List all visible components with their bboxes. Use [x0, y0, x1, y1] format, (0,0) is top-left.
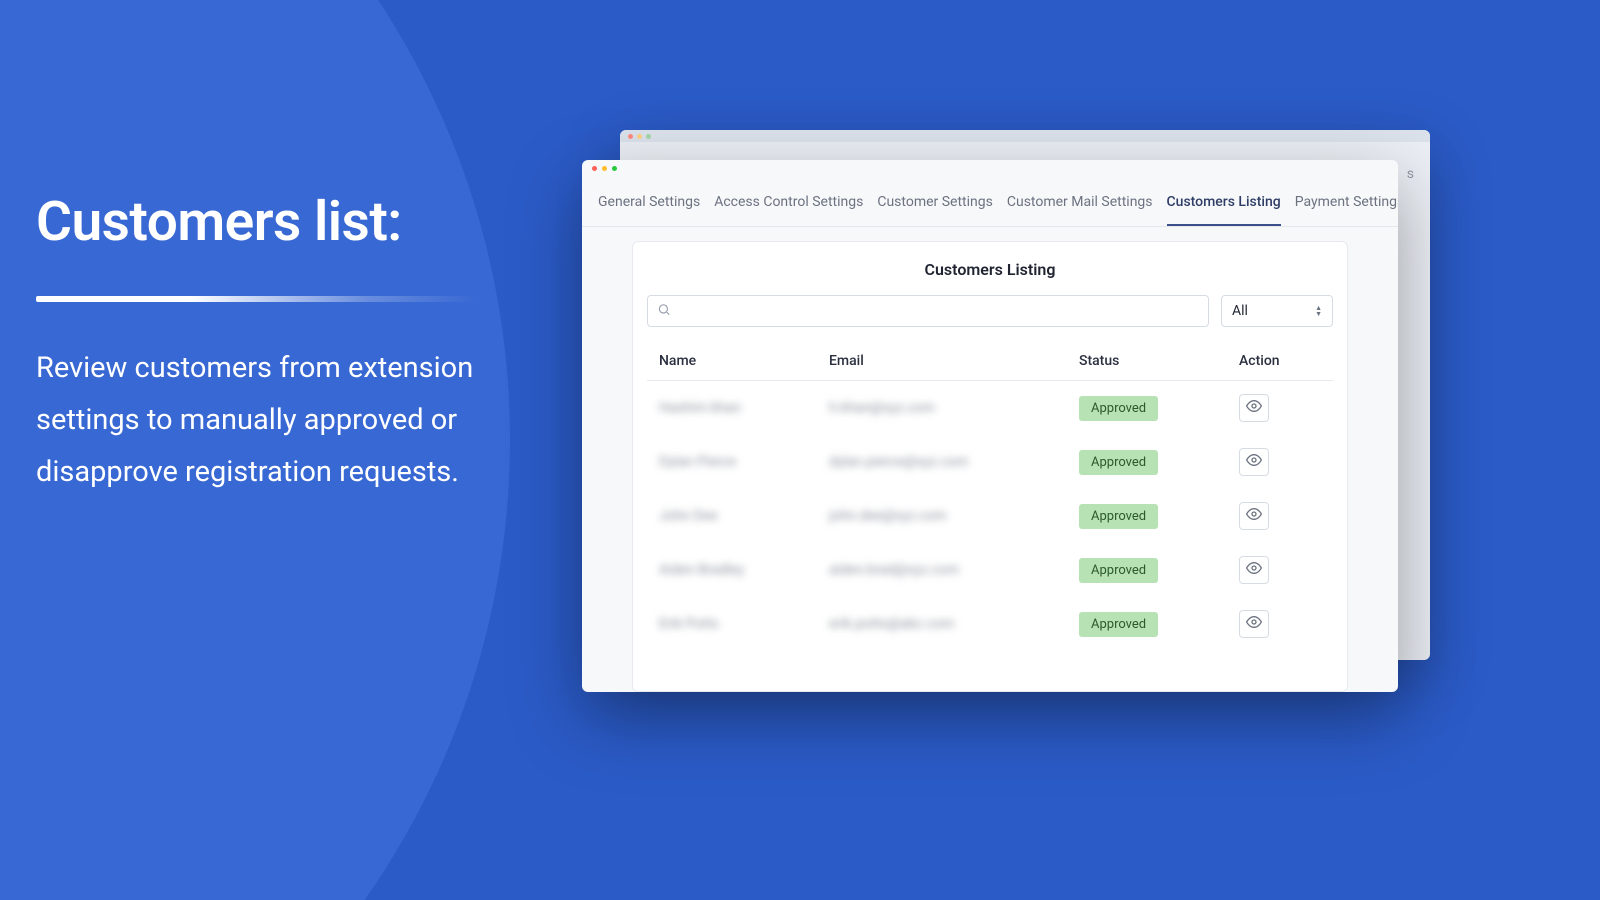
traffic-light-max[interactable]	[612, 166, 617, 171]
tab-customers-listing[interactable]: Customers Listing	[1167, 194, 1281, 226]
table-row: Aiden Bradleyaiden.brad@xyz.comApproved	[647, 543, 1333, 597]
promo-heading: Customers list:	[36, 190, 556, 254]
window-titlebar	[582, 160, 1398, 176]
cell-email: erik.potts@abc.com	[829, 616, 1079, 632]
divider	[36, 296, 476, 302]
settings-tabs: General Settings Access Control Settings C…	[582, 176, 1398, 227]
col-email: Email	[829, 353, 1079, 369]
status-badge: Approved	[1079, 396, 1158, 421]
traffic-light-min	[637, 134, 642, 139]
search-input[interactable]	[647, 295, 1209, 327]
cell-action	[1239, 448, 1329, 476]
view-button[interactable]	[1239, 394, 1269, 422]
traffic-light-close	[628, 134, 633, 139]
cell-action	[1239, 556, 1329, 584]
cell-email: h.khan@xyz.com	[829, 400, 1079, 416]
eye-icon	[1246, 614, 1262, 634]
eye-icon	[1246, 506, 1262, 526]
promo-body: Review customers from extension settings…	[36, 342, 556, 499]
promo-copy: Customers list: Review customers from ex…	[36, 190, 556, 499]
search-icon	[657, 302, 671, 321]
cell-status: Approved	[1079, 396, 1239, 421]
tab-general-settings[interactable]: General Settings	[598, 194, 700, 226]
view-button[interactable]	[1239, 448, 1269, 476]
cell-status: Approved	[1079, 612, 1239, 637]
cell-status: Approved	[1079, 504, 1239, 529]
tab-access-control-settings[interactable]: Access Control Settings	[714, 194, 863, 226]
status-badge: Approved	[1079, 450, 1158, 475]
cell-email: dylan.pierce@xyz.com	[829, 454, 1079, 470]
cell-status: Approved	[1079, 558, 1239, 583]
status-badge: Approved	[1079, 558, 1158, 583]
table-row: Hashim khanh.khan@xyz.comApproved	[647, 381, 1333, 435]
cell-action	[1239, 610, 1329, 638]
filters-row: All ▲▼	[647, 295, 1333, 327]
cell-action	[1239, 502, 1329, 530]
status-badge: Approved	[1079, 612, 1158, 637]
col-action: Action	[1239, 353, 1329, 369]
select-caret-icon: ▲▼	[1315, 306, 1322, 317]
eye-icon	[1246, 398, 1262, 418]
cell-email: aiden.brad@xyz.com	[829, 562, 1079, 578]
view-button[interactable]	[1239, 610, 1269, 638]
tab-customer-settings[interactable]: Customer Settings	[877, 194, 993, 226]
col-status: Status	[1079, 353, 1239, 369]
tab-customer-mail-settings[interactable]: Customer Mail Settings	[1007, 194, 1153, 226]
tab-payment-settings[interactable]: Payment Settings	[1295, 194, 1398, 226]
traffic-light-min[interactable]	[602, 166, 607, 171]
cell-email: john.dee@xyz.com	[829, 508, 1079, 524]
view-button[interactable]	[1239, 556, 1269, 584]
cell-status: Approved	[1079, 450, 1239, 475]
eye-icon	[1246, 452, 1262, 472]
cell-name: Dylan Pierce	[659, 454, 829, 470]
back-window-partial-tab: s	[1407, 166, 1414, 182]
eye-icon	[1246, 560, 1262, 580]
cell-name: Aiden Bradley	[659, 562, 829, 578]
table-row: John Deejohn.dee@xyz.comApproved	[647, 489, 1333, 543]
search-wrapper	[647, 295, 1209, 327]
table-row: Erik Pottserik.potts@abc.comApproved	[647, 597, 1333, 651]
status-filter-select[interactable]: All ▲▼	[1221, 295, 1333, 327]
traffic-light-close[interactable]	[592, 166, 597, 171]
panel-title: Customers Listing	[647, 260, 1333, 279]
cell-name: John Dee	[659, 508, 829, 524]
cell-name: Hashim khan	[659, 400, 829, 416]
cell-name: Erik Potts	[659, 616, 829, 632]
customers-table: Name Email Status Action Hashim khanh.kh…	[647, 341, 1333, 651]
status-badge: Approved	[1079, 504, 1158, 529]
col-name: Name	[659, 353, 829, 369]
window-titlebar-back	[620, 130, 1430, 142]
settings-window: General Settings Access Control Settings C…	[582, 160, 1398, 692]
traffic-light-max	[646, 134, 651, 139]
table-header: Name Email Status Action	[647, 341, 1333, 381]
view-button[interactable]	[1239, 502, 1269, 530]
status-filter-value: All	[1232, 303, 1248, 319]
customers-listing-panel: Customers Listing All ▲▼ Name Email Stat…	[632, 241, 1348, 692]
table-row: Dylan Piercedylan.pierce@xyz.comApproved	[647, 435, 1333, 489]
cell-action	[1239, 394, 1329, 422]
